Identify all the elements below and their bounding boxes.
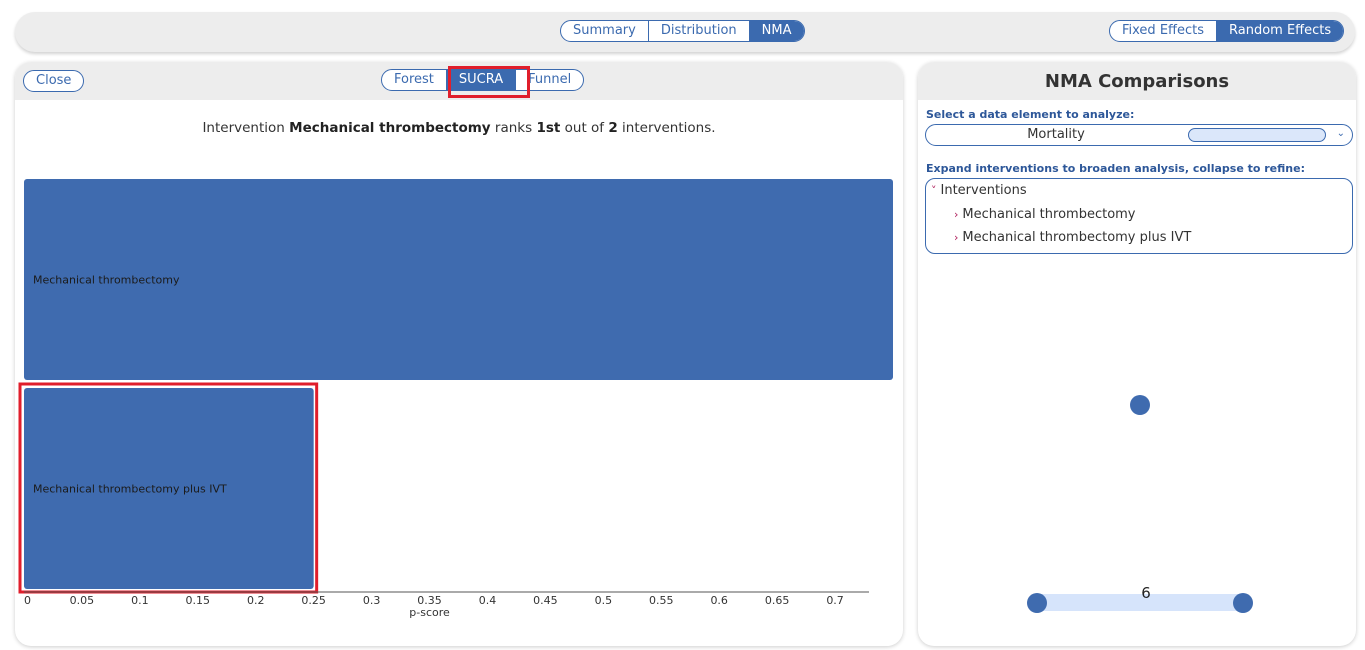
network-node[interactable] [1130,395,1150,415]
expand-label: Expand interventions to broaden analysis… [926,162,1305,175]
tree-root-label: Interventions [940,183,1027,198]
tree-item-label: Mechanical thrombectomy [962,207,1136,222]
bar-label: Mechanical thrombectomy [33,274,180,287]
data-element-select[interactable]: Mortality ⌄ [925,124,1353,146]
select-secondary-pill[interactable] [1188,128,1326,142]
network-node[interactable] [1233,593,1253,613]
chevron-down-icon[interactable]: ˅ [931,184,937,197]
headline-after-rank: out of [560,120,609,136]
x-tick-label: 0.45 [533,594,558,607]
x-axis-title: p-score [409,606,450,619]
top-navigation-bar: Summary Distribution NMA Fixed Effects R… [15,12,1355,52]
view-tabs: Summary Distribution NMA [560,20,805,42]
headline-prefix: Intervention [202,120,290,136]
network-graph: 6 [1027,395,1253,613]
network-node[interactable] [1027,593,1047,613]
tab-sucra[interactable]: SUCRA [446,70,517,90]
x-tick-label: 0.4 [479,594,497,607]
headline-middle: ranks [490,120,537,136]
bar-label: Mechanical thrombectomy plus IVT [33,483,227,496]
ranking-headline: Intervention Mechanical thrombectomy ran… [15,120,903,136]
x-tick-label: 0.15 [186,594,211,607]
network-edge[interactable] [1036,594,1244,611]
headline-total: 2 [608,120,618,136]
sucra-panel: Close Forest SUCRA Funnel Intervention M… [15,62,903,646]
tab-summary[interactable]: Summary [561,21,649,41]
tree-item-label: Mechanical thrombectomy plus IVT [962,230,1192,245]
tree-root[interactable]: ˅ Interventions [931,183,1027,198]
x-tick-label: 0.3 [363,594,381,607]
tree-item[interactable]: › Mechanical thrombectomy [954,207,1136,222]
nma-comparisons-panel: NMA Comparisons Select a data element to… [918,62,1356,646]
random-effects-button[interactable]: Random Effects [1217,21,1344,41]
headline-rank: 1st [536,120,561,136]
tab-distribution[interactable]: Distribution [649,21,750,41]
x-tick-label: 0.25 [301,594,326,607]
select-value: Mortality [1027,127,1085,142]
headline-intervention: Mechanical thrombectomy [289,120,491,136]
plot-type-tabs: Forest SUCRA Funnel [381,69,585,91]
sucra-bar-chart: Mechanical thrombectomy Mechanical thromb… [18,179,893,619]
tab-forest[interactable]: Forest [382,70,447,90]
x-tick-label: 0 [24,594,31,607]
network-edge-label: 6 [1141,584,1151,602]
panel-header: Close Forest SUCRA Funnel [15,62,903,100]
tab-nma[interactable]: NMA [749,21,804,41]
chevron-right-icon[interactable]: › [954,231,958,244]
sucra-chart: Mechanical thrombectomy Mechanical thromb… [15,162,903,632]
tree-item[interactable]: › Mechanical thrombectomy plus IVT [954,230,1191,245]
chevron-right-icon[interactable]: › [954,208,958,221]
panel-title: NMA Comparisons [918,62,1356,100]
x-tick-label: 0.7 [826,594,844,607]
x-tick-label: 0.5 [595,594,613,607]
fixed-effects-button[interactable]: Fixed Effects [1110,21,1218,41]
x-tick-label: 0.05 [70,594,95,607]
tab-funnel[interactable]: Funnel [516,70,583,90]
headline-suffix: interventions. [617,120,716,136]
x-tick-label: 0.6 [710,594,728,607]
chevron-down-icon[interactable]: ⌄ [1337,128,1345,139]
effects-toggle: Fixed Effects Random Effects [1109,20,1345,42]
close-button[interactable]: Close [23,70,85,92]
x-tick-label: 0.2 [247,594,265,607]
x-tick-label: 0.65 [765,594,790,607]
interventions-tree: ˅ Interventions › Mechanical thrombectomy … [925,178,1353,254]
select-data-label: Select a data element to analyze: [926,108,1135,121]
x-tick-label: 0.1 [131,594,149,607]
x-tick-label: 0.55 [649,594,674,607]
